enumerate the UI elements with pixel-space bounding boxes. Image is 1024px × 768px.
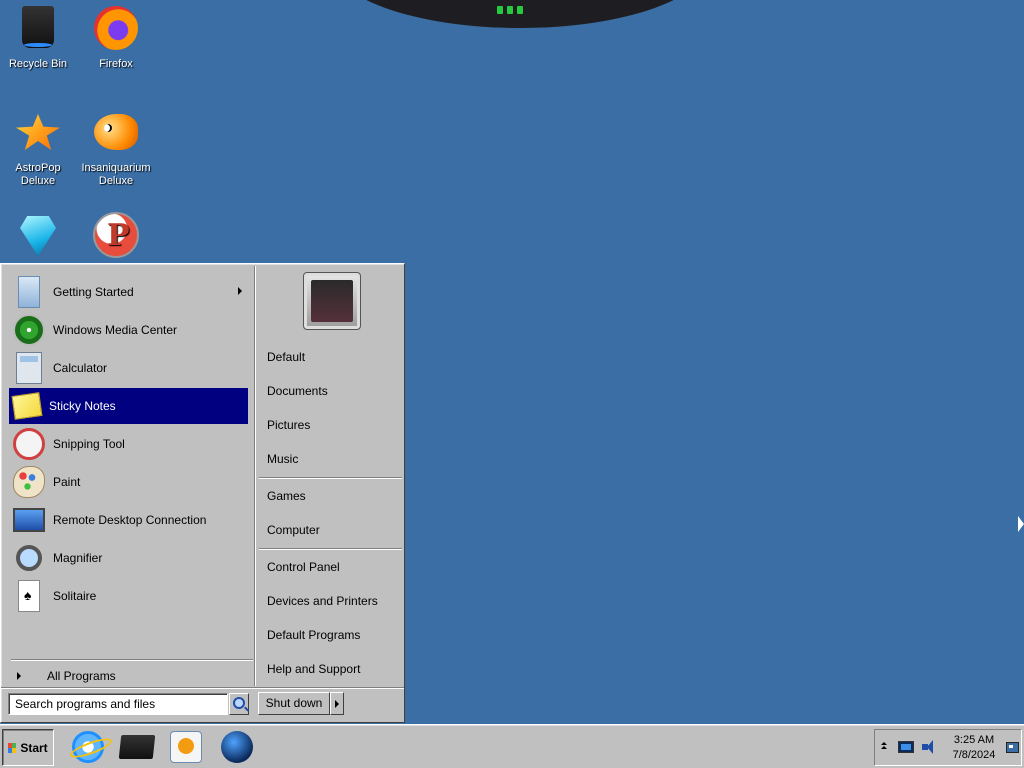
place-pictures[interactable]: Pictures [257, 412, 402, 438]
system-tray: 3:25 AM 7/8/2024 [874, 729, 1022, 766]
start-menu-programs: Getting Started Windows Media Center Cal… [5, 268, 253, 683]
start-menu-places: Default Documents Pictures Music Games C… [257, 264, 404, 688]
place-label: Default [267, 350, 306, 364]
place-help-and-support[interactable]: Help and Support [257, 656, 402, 682]
place-devices-and-printers[interactable]: Devices and Printers [257, 588, 402, 614]
program-label: Magnifier [53, 551, 103, 565]
magnifier-icon [16, 545, 42, 571]
place-label: Control Panel [267, 560, 340, 574]
program-snipping-tool[interactable]: Snipping Tool [9, 426, 248, 462]
place-computer[interactable]: Computer [257, 517, 402, 543]
program-sticky-notes[interactable]: Sticky Notes [9, 388, 248, 424]
divider [11, 659, 253, 661]
show-hidden-icons-icon[interactable] [881, 742, 887, 750]
taskbar: Start 3:25 AM 7/8/2024 [0, 724, 1024, 768]
place-games[interactable]: Games [257, 483, 402, 509]
place-label: Computer [267, 523, 320, 537]
place-label: Default Programs [267, 628, 361, 642]
place-control-panel[interactable]: Control Panel [257, 554, 402, 580]
desktop-icon-recycle-bin[interactable]: Recycle Bin [0, 4, 76, 71]
expand-arrow-icon [17, 672, 21, 680]
submenu-arrow-icon [238, 287, 242, 295]
solitaire-icon [18, 580, 40, 612]
getting-started-icon [18, 276, 40, 308]
user-picture-avatar[interactable] [303, 272, 361, 330]
pane-divider [254, 266, 256, 686]
program-paint[interactable]: Paint [9, 464, 248, 500]
desktop-icon-insaniquarium[interactable]: Insaniquarium Deluxe [78, 108, 154, 188]
search-button[interactable] [229, 693, 249, 715]
clock-time: 3:25 AM [953, 734, 995, 746]
start-label: Start [20, 740, 48, 755]
place-label: Documents [267, 384, 328, 398]
media-center-icon [13, 314, 45, 346]
desktop-icon-label: Insaniquarium Deluxe [81, 162, 151, 187]
paint-icon [13, 466, 45, 498]
divider [259, 477, 402, 479]
calculator-icon [16, 352, 42, 384]
program-label: Sticky Notes [49, 399, 116, 413]
divider [259, 548, 402, 550]
program-getting-started[interactable]: Getting Started [9, 274, 248, 310]
program-label: Getting Started [53, 285, 134, 299]
all-programs-label: All Programs [47, 669, 116, 683]
remote-desktop-icon [13, 508, 45, 532]
search-icon [233, 697, 245, 709]
program-label: Solitaire [53, 589, 97, 603]
program-windows-media-center[interactable]: Windows Media Center [9, 312, 248, 348]
start-button[interactable]: Start [2, 729, 54, 766]
desktop-icon-peggle[interactable] [78, 212, 154, 266]
network-icon[interactable] [898, 741, 914, 753]
program-remote-desktop[interactable]: Remote Desktop Connection [9, 502, 248, 538]
place-label: Pictures [267, 418, 311, 432]
program-calculator[interactable]: Calculator [9, 350, 248, 386]
wallpaper-ornament [330, 0, 710, 28]
globe-icon[interactable] [221, 731, 253, 763]
windows-logo-icon [8, 742, 17, 753]
folder-icon[interactable] [118, 735, 156, 759]
shutdown-button[interactable]: Shut down [258, 692, 330, 715]
program-label: Windows Media Center [53, 323, 178, 337]
recycle-bin-icon [14, 4, 62, 52]
place-label: Music [267, 452, 299, 466]
program-label: Paint [53, 475, 81, 489]
insaniquarium-icon [92, 108, 140, 156]
astropop-icon [14, 108, 62, 156]
program-label: Remote Desktop Connection [53, 513, 207, 527]
program-solitaire[interactable]: Solitaire [9, 578, 248, 614]
desktop-icon-firefox[interactable]: Firefox [78, 4, 154, 71]
firefox-icon [92, 4, 140, 52]
place-music[interactable]: Music [257, 446, 402, 472]
peggle-icon [92, 212, 140, 260]
place-label: Games [267, 489, 306, 503]
sticky-notes-icon [11, 392, 43, 420]
shutdown-options-button[interactable] [330, 692, 344, 715]
media-player-icon[interactable] [170, 731, 202, 763]
place-default[interactable]: Default [257, 344, 402, 370]
desktop-icon-label: AstroPop Deluxe [15, 162, 61, 187]
desktop-icon-bejeweled[interactable] [0, 212, 76, 266]
clock[interactable]: 3:25 AM 7/8/2024 [947, 733, 1001, 763]
desktop-icon-astropop[interactable]: AstroPop Deluxe [0, 108, 76, 188]
place-default-programs[interactable]: Default Programs [257, 622, 402, 648]
program-label: Calculator [53, 361, 108, 375]
volume-icon[interactable] [922, 740, 936, 754]
place-documents[interactable]: Documents [257, 378, 402, 404]
mouse-cursor-icon [1018, 516, 1024, 532]
place-label: Devices and Printers [267, 594, 378, 608]
program-label: Snipping Tool [53, 437, 125, 451]
show-desktop-icon[interactable] [1006, 742, 1019, 753]
desktop-icon-label: Firefox [99, 58, 133, 70]
search-input[interactable] [8, 693, 228, 715]
desktop-icon-label: Recycle Bin [8, 58, 68, 70]
start-menu-footer: Shut down [1, 687, 404, 722]
snipping-tool-icon [13, 428, 45, 460]
bejeweled-icon [14, 212, 62, 260]
internet-explorer-icon[interactable] [72, 731, 104, 763]
place-label: Help and Support [267, 662, 361, 676]
all-programs-button[interactable]: All Programs [9, 665, 249, 687]
program-magnifier[interactable]: Magnifier [9, 540, 248, 576]
start-menu: Getting Started Windows Media Center Cal… [0, 263, 405, 723]
clock-date: 7/8/2024 [952, 749, 996, 761]
